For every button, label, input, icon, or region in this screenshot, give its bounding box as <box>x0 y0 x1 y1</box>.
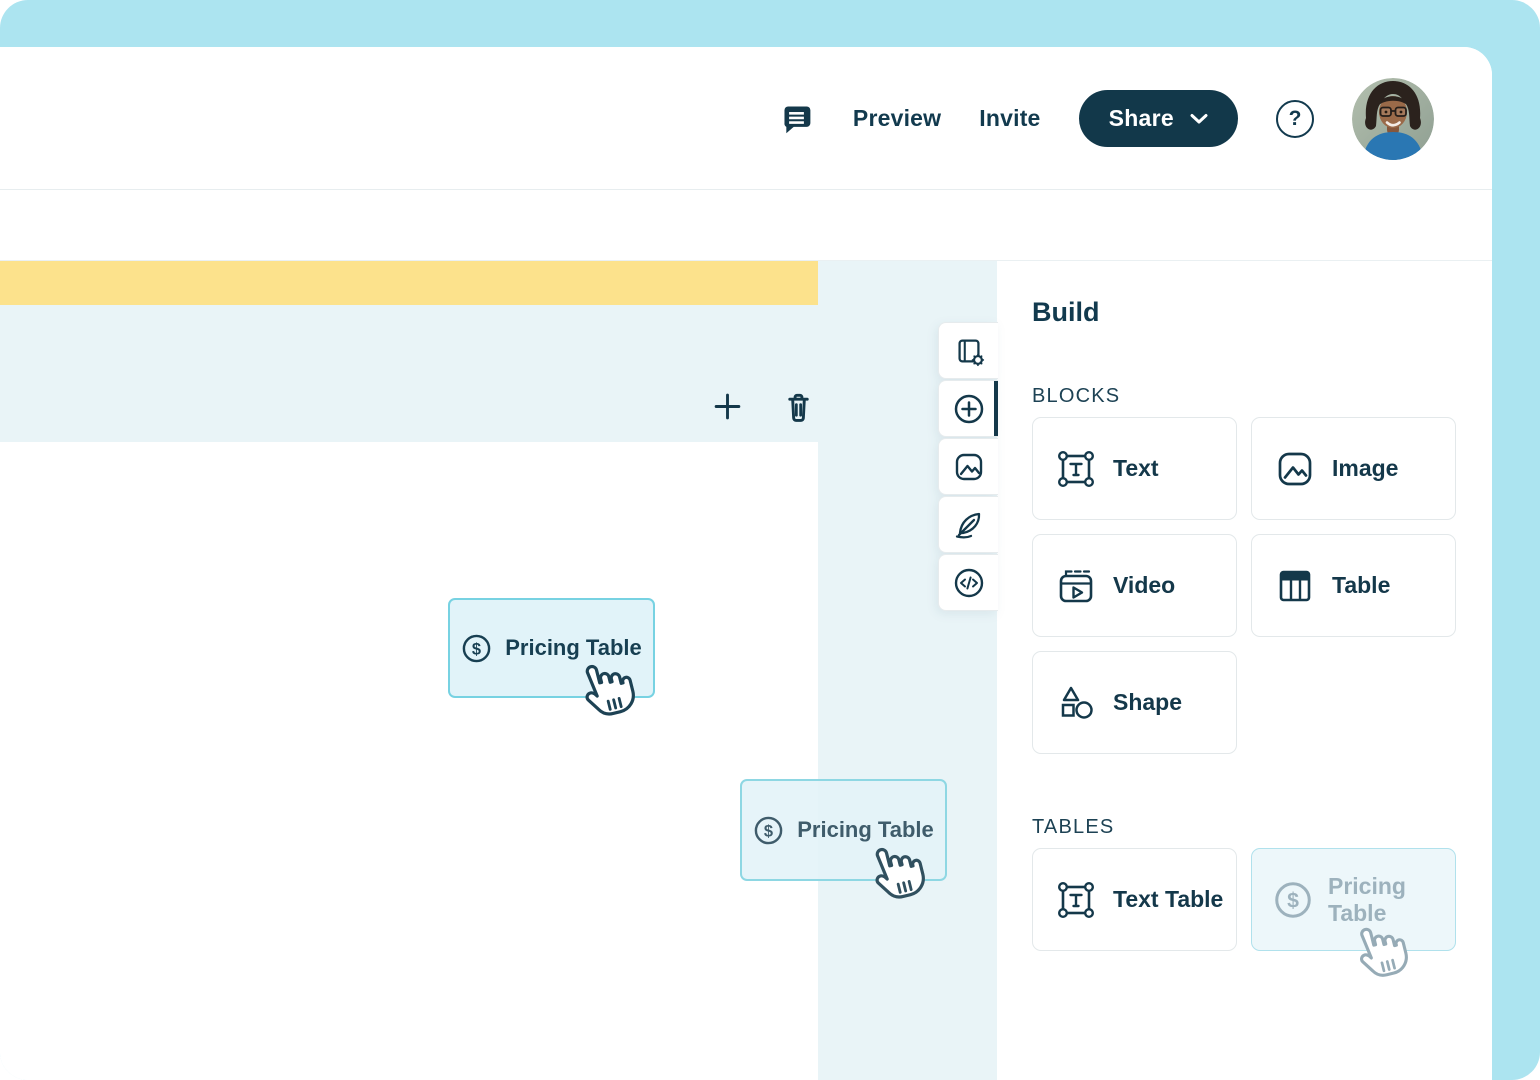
panel-title: Build <box>1032 296 1457 329</box>
user-avatar[interactable] <box>1352 78 1434 160</box>
block-card-label: Shape <box>1113 689 1182 716</box>
share-button-label: Share <box>1109 105 1174 132</box>
toolbar-tab-document-settings[interactable] <box>938 322 998 379</box>
selected-section <box>0 305 818 442</box>
pricing-table-drag-preview[interactable]: $ Pricing Table <box>740 779 947 881</box>
comment-icon <box>778 100 815 137</box>
app-window: Preview Invite Share ? <box>0 47 1492 1080</box>
invite-button[interactable]: Invite <box>979 105 1040 132</box>
block-card-label: Text Table <box>1113 886 1223 913</box>
dollar-circle-icon: $ <box>753 815 784 846</box>
code-circle-icon <box>953 567 985 599</box>
tables-grid: Text Table $ Pricing Table <box>1032 848 1457 951</box>
block-card-label: Image <box>1332 455 1398 482</box>
svg-text:$: $ <box>764 822 773 840</box>
toolbar-tab-embed-code[interactable] <box>938 554 998 611</box>
block-card-text[interactable]: Text <box>1032 417 1237 520</box>
feather-icon <box>953 509 985 541</box>
block-card-shape[interactable]: Shape <box>1032 651 1237 754</box>
svg-text:$: $ <box>472 640 481 658</box>
shapes-icon <box>1054 681 1098 725</box>
svg-text:$: $ <box>1287 888 1299 912</box>
video-icon <box>1054 564 1098 608</box>
plus-icon <box>712 391 743 422</box>
block-card-label: Pricing Table <box>1328 873 1455 927</box>
secondary-toolbar <box>0 190 1492 261</box>
text-frame-icon <box>1054 878 1098 922</box>
drag-preview-label: Pricing Table <box>797 817 934 843</box>
toolbar-tab-signatures[interactable] <box>938 496 998 553</box>
highlighted-section <box>0 261 818 305</box>
add-circle-icon <box>953 393 985 425</box>
document-canvas <box>0 261 818 1080</box>
block-card-label: Video <box>1113 572 1175 599</box>
editor-side-toolbar <box>938 322 998 612</box>
blocks-grid: Text Image <box>1032 417 1457 754</box>
block-card-label: Text <box>1113 455 1159 482</box>
block-card-label: Table <box>1332 572 1390 599</box>
pages-settings-icon <box>953 335 985 367</box>
toolbar-tab-images[interactable] <box>938 438 998 495</box>
delete-section-button[interactable] <box>782 389 815 424</box>
app-frame: Preview Invite Share ? <box>0 0 1540 1080</box>
drag-preview-label: Pricing Table <box>505 635 642 661</box>
table-icon <box>1273 564 1317 608</box>
blocks-section-label: BLOCKS <box>1032 384 1457 408</box>
tables-section-label: TABLES <box>1032 815 1457 839</box>
table-card-pricing-table[interactable]: $ Pricing Table <box>1251 848 1456 951</box>
block-card-video[interactable]: Video <box>1032 534 1237 637</box>
trash-icon <box>782 389 815 424</box>
dollar-circle-icon: $ <box>461 633 492 664</box>
block-card-table[interactable]: Table <box>1251 534 1456 637</box>
top-header: Preview Invite Share ? <box>0 47 1492 190</box>
pricing-table-drag-preview[interactable]: $ Pricing Table <box>448 598 655 698</box>
help-button[interactable]: ? <box>1276 100 1314 138</box>
add-section-button[interactable] <box>712 391 743 422</box>
chevron-down-icon <box>1190 113 1208 125</box>
share-button[interactable]: Share <box>1079 90 1238 147</box>
comments-button[interactable] <box>778 100 815 137</box>
header-actions: Preview Invite Share ? <box>778 47 1434 190</box>
dollar-circle-icon: $ <box>1273 880 1313 920</box>
text-frame-icon <box>1054 447 1098 491</box>
preview-button[interactable]: Preview <box>853 105 941 132</box>
question-mark-icon: ? <box>1289 107 1302 131</box>
block-card-image[interactable]: Image <box>1251 417 1456 520</box>
table-card-text-table[interactable]: Text Table <box>1032 848 1237 951</box>
build-panel: Build BLOCKS Text <box>997 261 1492 1080</box>
image-icon <box>953 451 985 483</box>
image-icon <box>1273 447 1317 491</box>
toolbar-tab-add-blocks[interactable] <box>938 380 998 437</box>
